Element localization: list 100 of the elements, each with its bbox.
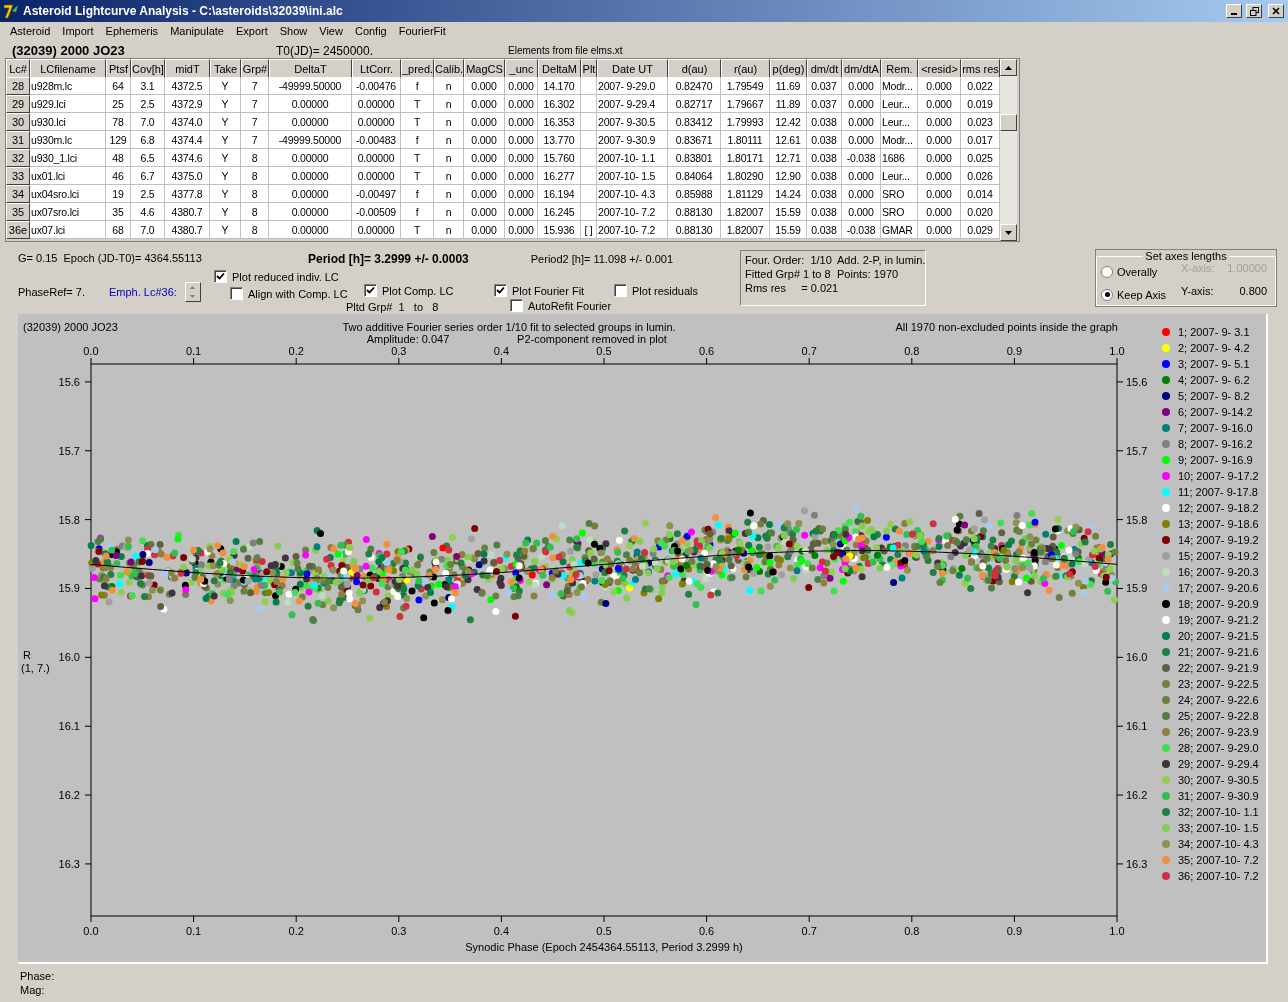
table-cell: 0.00000 — [269, 203, 352, 221]
close-button[interactable] — [1268, 4, 1284, 18]
table-cell: 0.000 — [918, 221, 961, 239]
tick-label: 0.7 — [801, 345, 817, 357]
tick-label: 0.0 — [83, 345, 99, 357]
tick-label: 16.0 — [58, 651, 80, 664]
table-cell: -49999.50000 — [269, 131, 352, 149]
table-cell: 4372.5 — [165, 77, 210, 95]
table-cell: u930m.lc — [30, 131, 106, 149]
legend-label: 28; 2007- 9-29.0 — [1178, 741, 1259, 754]
row-header[interactable]: 33 — [6, 167, 30, 185]
table-cell: 0.000 — [505, 221, 538, 239]
table-cell: n — [434, 185, 464, 203]
menu-item[interactable]: FourierFit — [392, 25, 452, 37]
menu-item[interactable]: Import — [56, 25, 100, 37]
fit-info-text: Fitted Grp# 1 to 8 — [745, 268, 832, 280]
table-cell: T — [401, 149, 434, 167]
checkbox[interactable]: Align with Comp. LC — [230, 287, 364, 300]
row-header[interactable]: 34 — [6, 185, 30, 203]
legend-label: 19; 2007- 9-21.2 — [1178, 613, 1259, 626]
table-cell: 0.000 — [464, 131, 505, 149]
window-title: Asteroid Lightcurve Analysis - C:\asteroids\32039\ini.alc — [23, 4, 344, 18]
radio-circle[interactable] — [1101, 266, 1113, 279]
legend-label: 21; 2007- 9-21.6 — [1178, 645, 1259, 658]
table-cell: Y — [210, 149, 241, 167]
tick-label: 0.5 — [596, 925, 612, 937]
table-cell: -0.00509 — [352, 203, 401, 221]
table-cell: 0.88130 — [668, 221, 721, 239]
menu-item[interactable]: View — [313, 25, 349, 37]
row-header[interactable]: 35 — [6, 203, 30, 221]
table-cell: -0.00476 — [352, 77, 401, 95]
table-cell: T — [401, 113, 434, 131]
table-cell: Leur... — [881, 113, 918, 131]
radio-button[interactable]: Overally — [1101, 262, 1181, 283]
table-cell: 1686 — [881, 149, 918, 167]
table-cell: 2007- 9-29.0 — [597, 77, 668, 95]
tick-label: 0.6 — [698, 925, 715, 937]
table-cell: n — [434, 167, 464, 185]
table-cell: 2007-10- 7.2 — [597, 221, 668, 239]
table-cell: 0.020 — [961, 203, 1000, 221]
points-note: All 1970 non-excluded points inside the graph — [895, 321, 1118, 333]
menu-item[interactable]: Asteroid — [4, 25, 57, 37]
row-header[interactable]: 29 — [6, 95, 30, 113]
menu-item[interactable]: Ephemeris — [99, 25, 165, 37]
table-cell: n — [434, 113, 464, 131]
row-header[interactable]: 30 — [6, 113, 30, 131]
menu-item[interactable]: Manipulate — [164, 25, 230, 37]
tick-label: 15.7 — [1126, 444, 1148, 457]
table-cell: 0.000 — [842, 185, 881, 203]
radio-circle[interactable] — [1101, 288, 1113, 301]
table-cell: Y — [210, 167, 241, 185]
table-cell: GMAR — [881, 221, 918, 239]
y-axis-field[interactable]: Y-axis: 0.800 — [1181, 284, 1271, 305]
fit-info-text: Four. Order: 1/10 — [745, 254, 833, 266]
row-header[interactable]: 31 — [6, 131, 30, 149]
menu-item[interactable]: Show — [273, 25, 314, 37]
row-header[interactable]: 32 — [6, 149, 30, 167]
tick-label: 0.2 — [288, 925, 304, 937]
table-cell: 0.000 — [505, 113, 538, 131]
table-cell: 12.42 — [770, 113, 807, 131]
checkbox[interactable]: Plot residuals — [614, 284, 734, 297]
row-header[interactable]: 36e — [6, 221, 30, 239]
check-icon — [216, 272, 225, 281]
checkbox[interactable]: Plot reduced indiv. LC — [214, 270, 494, 283]
row-header[interactable]: 28 — [6, 77, 30, 95]
table-cell: 0.000 — [505, 167, 538, 185]
menu-item[interactable]: Export — [229, 25, 274, 37]
checkbox[interactable]: Plot Comp. LC — [364, 284, 494, 297]
tick-label: 0.9 — [1006, 345, 1023, 357]
table-cell: n — [434, 221, 464, 239]
restore-icon — [1249, 6, 1259, 16]
table-cell: 68 — [106, 221, 131, 239]
restore-button[interactable] — [1246, 4, 1262, 18]
legend-label: 17; 2007- 9-20.6 — [1178, 581, 1259, 594]
tick-label: 15.6 — [1126, 375, 1148, 388]
table-cell: 0.038 — [807, 221, 842, 239]
checkbox[interactable]: Plot Fourier Fit — [494, 284, 614, 297]
table-cell: 0.000 — [918, 131, 961, 149]
table-cell: 7 — [241, 113, 269, 131]
scroll-up-button[interactable] — [1000, 59, 1017, 76]
table-cell: 0.000 — [842, 167, 881, 185]
table-cell: 0.000 — [505, 203, 538, 221]
table-cell: 4380.7 — [165, 221, 210, 239]
spin-buttons[interactable] — [184, 282, 201, 302]
table-cell: 0.00000 — [352, 149, 401, 167]
table-cell: 1.79993 — [721, 113, 770, 131]
table-cell: 0.038 — [807, 149, 842, 167]
table-cell: 0.038 — [807, 167, 842, 185]
menu-item[interactable]: Config — [348, 25, 393, 37]
scroll-down-button[interactable] — [1000, 224, 1017, 241]
table-cell: 0.000 — [918, 149, 961, 167]
radio-button[interactable]: Keep Axis — [1101, 284, 1181, 305]
scroll-thumb[interactable] — [1000, 114, 1017, 131]
table-cell — [581, 149, 597, 167]
table-cell: 0.00000 — [352, 221, 401, 239]
vertical-scrollbar[interactable] — [1000, 59, 1017, 241]
table-cell: 0.019 — [961, 95, 1000, 113]
checkbox[interactable]: AutoRefit Fourier — [510, 299, 614, 312]
minimize-button[interactable] — [1226, 4, 1242, 18]
table-cell: 0.000 — [918, 167, 961, 185]
